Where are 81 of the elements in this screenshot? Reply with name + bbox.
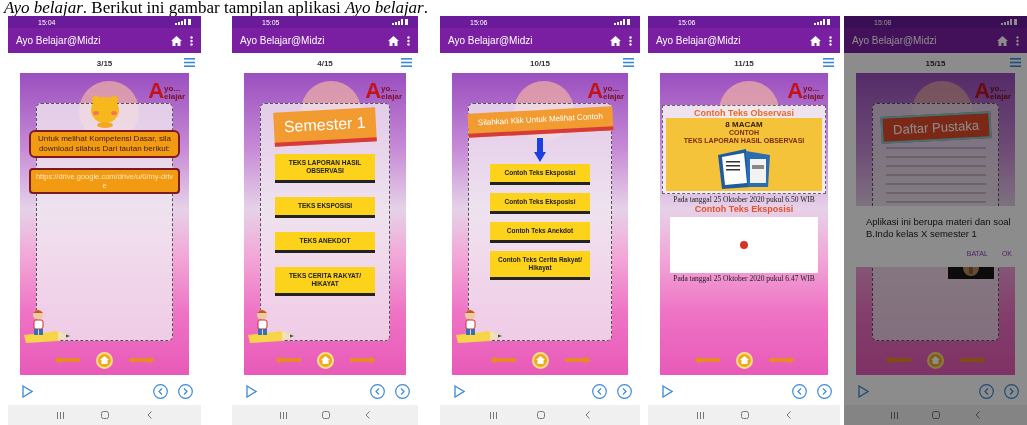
home-icon	[535, 356, 545, 364]
next-icon[interactable]	[395, 383, 410, 399]
menu-icon[interactable]	[623, 58, 634, 67]
home-icon[interactable]	[997, 35, 1008, 46]
page-number: 11/15	[734, 58, 754, 68]
folder-drawing	[716, 147, 772, 189]
banner: Semester 1	[273, 107, 377, 147]
home-icon[interactable]	[741, 411, 749, 419]
play-icon[interactable]	[22, 384, 33, 398]
signal-icon	[814, 19, 830, 25]
signal-icon	[392, 19, 408, 25]
banner: Silahkan Klik Untuk Melihat Contoh	[467, 106, 613, 138]
play-icon[interactable]	[246, 384, 257, 398]
home-button[interactable]	[531, 351, 549, 369]
menu-icon[interactable]	[1010, 58, 1021, 67]
previous-icon[interactable]	[370, 383, 385, 399]
menu-icon[interactable]	[401, 58, 412, 67]
app-title: Ayo Belajar@Midzi	[656, 35, 742, 46]
play-icon[interactable]	[662, 384, 673, 398]
app-title: Ayo Belajar@Midzi	[240, 35, 326, 46]
next-icon[interactable]	[617, 383, 632, 399]
next-icon[interactable]	[817, 383, 832, 399]
panel-text: 8 MACAM	[725, 120, 763, 129]
page-number: 4/15	[317, 58, 333, 68]
page-number: 15/15	[925, 58, 946, 68]
home-icon	[931, 356, 940, 364]
more-icon[interactable]	[1016, 35, 1019, 46]
home-icon	[739, 356, 749, 364]
app-title: Ayo Belajar@Midzi	[448, 35, 534, 46]
app-title: Ayo Belajar@Midzi	[852, 35, 938, 46]
back-icon[interactable]	[786, 411, 792, 419]
menu-icon[interactable]	[184, 58, 195, 67]
recents-icon[interactable]	[279, 411, 287, 419]
home-icon[interactable]	[388, 35, 399, 46]
more-icon[interactable]	[190, 35, 193, 46]
record-icon	[740, 241, 748, 249]
caption-text: Ayo belajar. Berikut ini gambar tampilan aplikasi Ayo belajar.	[2, 0, 429, 16]
more-icon[interactable]	[629, 35, 632, 46]
home-icon[interactable]	[810, 35, 821, 46]
panel-title: Contoh Teks Observasi	[694, 108, 794, 118]
home-icon[interactable]	[537, 411, 545, 419]
app-title: Ayo Belajar@Midzi	[16, 35, 102, 46]
signal-icon	[175, 19, 191, 25]
down-arrow-icon	[534, 138, 546, 162]
next-icon[interactable]	[178, 383, 193, 399]
previous-icon[interactable]	[979, 383, 994, 399]
back-icon[interactable]	[365, 411, 371, 419]
dialog-message: Aplikasi ini berupa materi dan soal B.Indo kelas X semester 1	[866, 216, 1012, 240]
home-button[interactable]	[96, 351, 113, 369]
previous-icon[interactable]	[153, 383, 168, 399]
signal-icon	[614, 19, 630, 25]
home-icon[interactable]	[610, 35, 621, 46]
video-title: Contoh Teks Eksposisi	[693, 204, 795, 214]
home-icon	[100, 356, 109, 364]
more-icon[interactable]	[829, 35, 832, 46]
more-icon[interactable]	[407, 35, 410, 46]
menu-icon[interactable]	[823, 58, 834, 67]
back-icon[interactable]	[147, 411, 153, 419]
home-button[interactable]	[316, 351, 334, 369]
recents-icon[interactable]	[696, 411, 704, 419]
banner: Daftar Pustaka	[879, 111, 992, 144]
recents-icon[interactable]	[891, 411, 899, 419]
previous-icon[interactable]	[592, 383, 607, 399]
previous-icon[interactable]	[792, 383, 807, 399]
play-icon[interactable]	[454, 384, 465, 398]
recents-icon[interactable]	[490, 411, 497, 419]
play-icon[interactable]	[858, 384, 869, 398]
recents-icon[interactable]	[56, 411, 64, 419]
back-icon[interactable]	[585, 411, 590, 419]
home-icon[interactable]	[101, 411, 110, 419]
home-icon[interactable]	[322, 411, 330, 419]
message-box: Untuk melihat Kompetensi Dasar, sila download silabus Dari tautan berikut:	[29, 130, 180, 158]
signal-icon	[1001, 19, 1017, 25]
back-icon[interactable]	[974, 411, 980, 419]
home-button[interactable]	[735, 351, 753, 369]
home-button[interactable]	[927, 351, 944, 369]
page-number: 10/15	[530, 58, 550, 68]
home-icon	[320, 356, 330, 364]
page-number: 3/15	[96, 58, 113, 68]
home-icon[interactable]	[171, 35, 182, 46]
next-icon[interactable]	[1004, 383, 1019, 399]
